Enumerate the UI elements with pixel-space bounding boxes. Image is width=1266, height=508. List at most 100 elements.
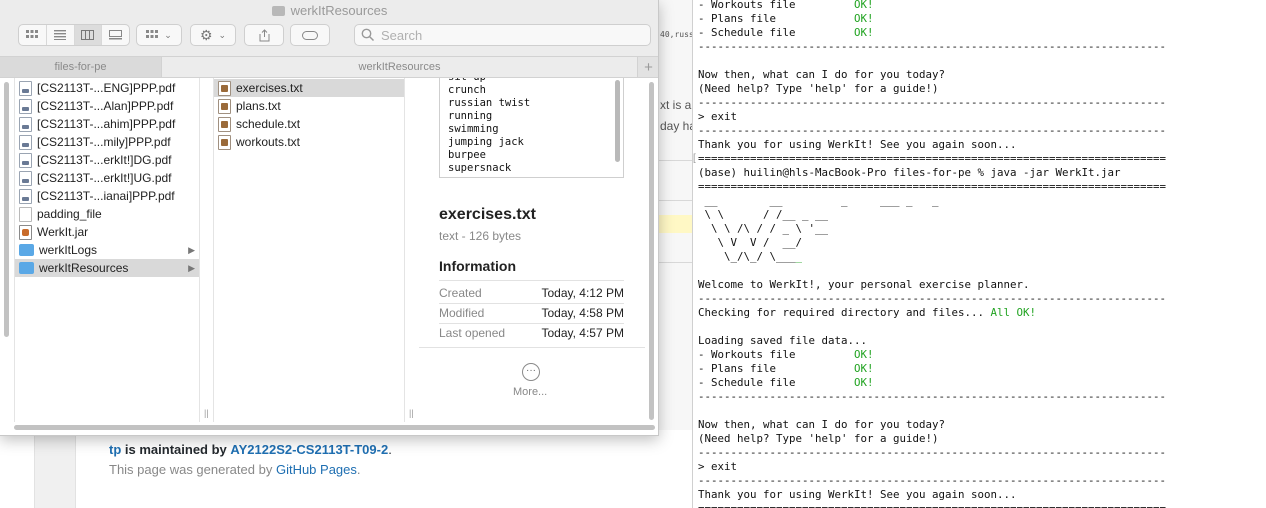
folder-icon <box>19 262 34 274</box>
tab-files-for-pe[interactable]: files-for-pe <box>0 57 162 77</box>
status-ok: OK! <box>854 348 874 361</box>
text-file-icon <box>218 134 231 150</box>
preview-column-scrollbar[interactable] <box>648 82 656 420</box>
terminal-text: \_/\_/ \___ <box>698 250 796 263</box>
terminal-text: ----------------------------------------… <box>698 40 1167 53</box>
terminal-text: - Schedule file <box>698 26 855 39</box>
werkitresources-column: exercises.txt plans.txt schedule.txt workou… <box>213 78 405 422</box>
list-view-button[interactable] <box>47 25 75 45</box>
terminal-text: (Need help? Type 'help' for a guide!) <box>698 432 939 445</box>
status-ok <box>809 236 822 249</box>
terminal-line: ----------------------------------------… <box>698 40 1166 54</box>
icon-view-button[interactable] <box>19 25 47 45</box>
gallery-icon <box>109 30 123 40</box>
pdf-file-icon <box>19 80 32 96</box>
file-item[interactable]: werkItResources ▶ <box>15 259 199 277</box>
terminal-line: - Plans file OK! <box>698 12 1166 26</box>
file-item[interactable]: [CS2113T-...Alan]PPP.pdf <box>15 97 199 115</box>
footer-tp-link[interactable]: tp <box>109 442 121 457</box>
file-item[interactable]: [CS2113T-...mily]PPP.pdf <box>15 133 199 151</box>
terminal-text: ----------------------------------------… <box>698 292 1167 305</box>
scrollbar-thumb[interactable] <box>14 425 655 430</box>
terminal-text: - Workouts file <box>698 0 855 11</box>
more-icon[interactable]: ··· <box>522 363 540 381</box>
tab-werkitresources[interactable]: werkItResources <box>162 57 637 77</box>
terminal-text: - Plans file <box>698 362 855 375</box>
window-title-text: werkItResources <box>290 3 388 18</box>
file-item[interactable]: [CS2113T-...ahim]PPP.pdf <box>15 115 199 133</box>
terminal-line: Welcome to WerkIt!, your personal exerci… <box>698 278 1166 292</box>
terminal-text: Now then, what can I do for you today? <box>698 68 946 81</box>
terminal-text: Thank you for using WerkIt! See you agai… <box>698 138 1017 151</box>
preview-scrollbar[interactable] <box>615 80 620 162</box>
info-divider <box>439 303 624 304</box>
preview-pane: sit up crunch russian twist running swim… <box>419 78 645 422</box>
file-item[interactable]: padding_file <box>15 205 199 223</box>
status-ok: OK! <box>854 26 874 39</box>
terminal-text: - Schedule file <box>698 376 855 389</box>
status-ok: OK! <box>854 12 874 25</box>
text-file-icon <box>218 116 231 132</box>
background-divider <box>658 200 692 201</box>
scrollbar-thumb[interactable] <box>649 82 654 420</box>
action-menu-button[interactable]: ⚙ ⌄ <box>190 24 236 46</box>
files-for-pe-column: [CS2113T-...ENG]PPP.pdf [CS2113T-...Alan]… <box>14 78 200 422</box>
finder-toolbar: werkItResources ⌄ ⚙ ⌄ Search <box>0 0 658 56</box>
chevron-down-icon: ⌄ <box>218 29 227 40</box>
folder-icon <box>271 6 285 16</box>
tags-button[interactable] <box>290 24 330 46</box>
more-button[interactable]: More... <box>513 386 547 398</box>
file-item[interactable]: schedule.txt <box>214 115 404 133</box>
file-item[interactable]: [CS2113T-...erkIt!]DG.pdf <box>15 151 199 169</box>
info-row-last-opened: Last opened Today, 4:57 PM <box>439 326 624 340</box>
terminal-line: Now then, what can I do for you today? <box>698 418 1166 432</box>
background-sidebar <box>34 430 76 508</box>
file-item[interactable]: [CS2113T-...ianai]PPP.pdf <box>15 187 199 205</box>
column-resize-handle[interactable]: || <box>409 408 414 418</box>
file-item-label: [CS2113T-...erkIt!]DG.pdf <box>37 153 172 167</box>
terminal-window[interactable]: - Workouts file OK! - Plans file OK! - Sch… <box>692 0 1266 508</box>
background-text-fragment: xt is a <box>660 98 692 112</box>
file-item-label: plans.txt <box>236 99 281 113</box>
search-field[interactable]: Search <box>354 24 651 46</box>
footer-maintained-line: tp is maintained by AY2122S2-CS2113T-T09… <box>109 442 392 457</box>
file-item[interactable]: [CS2113T-...erkIt!]UG.pdf <box>15 169 199 187</box>
file-item[interactable]: exercises.txt <box>214 79 404 97</box>
terminal-text: ----------------------------------------… <box>698 390 1167 403</box>
file-item-label: [CS2113T-...ENG]PPP.pdf <box>37 81 176 95</box>
background-text-fragment: day ha <box>660 119 697 133</box>
grid-icon <box>146 30 159 38</box>
text-file-icon <box>218 80 231 96</box>
terminal-text: ========================================… <box>698 502 1166 508</box>
scrollbar-thumb[interactable] <box>4 82 9 337</box>
information-heading: Information <box>439 258 516 274</box>
info-value: Today, 4:58 PM <box>541 306 625 320</box>
terminal-line: __ __ _ ___ _ _ <box>698 194 1166 208</box>
horizontal-scrollbar[interactable] <box>14 424 655 432</box>
gallery-view-button[interactable] <box>102 25 129 45</box>
file-item[interactable]: werkItLogs ▶ <box>15 241 199 259</box>
pdf-file-icon <box>19 98 32 114</box>
file-item[interactable]: WerkIt.jar <box>15 223 199 241</box>
file-item[interactable]: workouts.txt <box>214 133 404 151</box>
footer-github-pages-link[interactable]: GitHub Pages <box>276 462 357 477</box>
column-view-button[interactable] <box>74 25 103 45</box>
info-key: Created <box>439 286 482 300</box>
file-item[interactable]: plans.txt <box>214 97 404 115</box>
preview-file-name: exercises.txt <box>439 206 536 223</box>
share-button[interactable] <box>244 24 284 46</box>
new-tab-button[interactable]: + <box>637 57 658 77</box>
column-resize-handle[interactable]: || <box>204 408 209 418</box>
background-divider <box>658 160 692 161</box>
terminal-text: ----------------------------------------… <box>698 96 1167 109</box>
left-column-scrollbar[interactable] <box>2 82 10 418</box>
footer-org-link[interactable]: AY2122S2-CS2113T-T09-2 <box>230 442 388 457</box>
terminal-line: - Plans file OK! <box>698 362 1166 376</box>
file-item[interactable]: [CS2113T-...ENG]PPP.pdf <box>15 79 199 97</box>
group-by-button[interactable]: ⌄ <box>136 24 182 46</box>
file-item-label: [CS2113T-...ahim]PPP.pdf <box>37 117 176 131</box>
finder-tab-bar: files-for-pe werkItResources + <box>0 56 658 78</box>
background-divider <box>658 262 692 263</box>
